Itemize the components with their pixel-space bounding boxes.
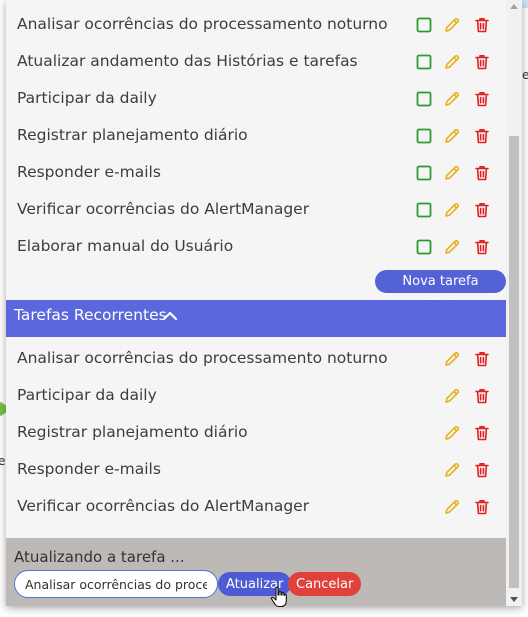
edit-pencil-icon[interactable]	[443, 387, 461, 405]
delete-trash-icon[interactable]	[473, 164, 491, 182]
task-row: Analisar ocorrências do processamento no…	[6, 341, 506, 378]
task-row: Registrar planejamento diário	[6, 415, 506, 452]
edit-pencil-icon[interactable]	[443, 498, 461, 516]
scrollbar-thumb[interactable]	[509, 136, 519, 588]
edit-pencil-icon[interactable]	[443, 127, 461, 145]
complete-checkbox-icon[interactable]	[415, 16, 433, 34]
task-label: Participar da daily	[17, 89, 157, 107]
delete-trash-icon[interactable]	[473, 424, 491, 442]
editing-status-text: Atualizando a tarefa ...	[14, 548, 185, 566]
task-row: Responder e-mails	[6, 155, 506, 192]
task-label: Elaborar manual do Usuário	[17, 237, 234, 255]
task-row: Atualizar andamento das Histórias e tare…	[6, 44, 506, 81]
scrollbar[interactable]	[506, 0, 522, 606]
task-row: Participar da daily	[6, 378, 506, 415]
edit-pencil-icon[interactable]	[443, 201, 461, 219]
task-label: Participar da daily	[17, 386, 157, 404]
complete-checkbox-icon[interactable]	[415, 90, 433, 108]
edit-pencil-icon[interactable]	[443, 90, 461, 108]
delete-trash-icon[interactable]	[473, 238, 491, 256]
delete-trash-icon[interactable]	[473, 53, 491, 71]
complete-checkbox-icon[interactable]	[415, 164, 433, 182]
edit-task-footer: Atualizando a tarefa ... Atualizar Cance…	[6, 538, 506, 606]
edit-pencil-icon[interactable]	[443, 238, 461, 256]
delete-trash-icon[interactable]	[473, 461, 491, 479]
task-popup: Analisar ocorrências do processamento no…	[6, 0, 522, 606]
task-row: Analisar ocorrências do processamento no…	[6, 7, 506, 44]
task-label: Verificar ocorrências do AlertManager	[17, 200, 310, 218]
recurring-tasks-header[interactable]: Tarefas Recorrentes	[6, 300, 506, 337]
background-text-fragment: e	[522, 68, 528, 82]
task-label: Verificar ocorrências do AlertManager	[17, 497, 310, 515]
chevron-up-icon[interactable]	[162, 308, 178, 324]
task-label: Analisar ocorrências do processamento no…	[17, 15, 388, 33]
background-text-fragment: e	[0, 454, 6, 468]
task-label: Responder e-mails	[17, 460, 161, 478]
new-daily-task-button[interactable]: Nova tarefa diária	[375, 270, 506, 312]
task-list-content: Analisar ocorrências do processamento no…	[6, 0, 506, 606]
delete-trash-icon[interactable]	[473, 127, 491, 145]
scroll-down-arrow-icon[interactable]	[510, 597, 518, 602]
complete-checkbox-icon[interactable]	[415, 238, 433, 256]
edit-pencil-icon[interactable]	[443, 424, 461, 442]
edit-pencil-icon[interactable]	[443, 350, 461, 368]
edit-pencil-icon[interactable]	[443, 164, 461, 182]
task-label: Analisar ocorrências do processamento no…	[17, 349, 388, 367]
recurring-tasks-title: Tarefas Recorrentes	[14, 306, 167, 324]
edit-pencil-icon[interactable]	[443, 461, 461, 479]
task-row: Registrar planejamento diário	[6, 118, 506, 155]
delete-trash-icon[interactable]	[473, 350, 491, 368]
task-label: Registrar planejamento diário	[17, 126, 248, 144]
task-row: Responder e-mails	[6, 452, 506, 489]
delete-trash-icon[interactable]	[473, 201, 491, 219]
edit-pencil-icon[interactable]	[443, 53, 461, 71]
complete-checkbox-icon[interactable]	[415, 201, 433, 219]
edit-pencil-icon[interactable]	[443, 16, 461, 34]
delete-trash-icon[interactable]	[473, 387, 491, 405]
task-name-input[interactable]	[14, 570, 218, 598]
delete-trash-icon[interactable]	[473, 90, 491, 108]
mouse-pointer-icon	[270, 586, 287, 608]
complete-checkbox-icon[interactable]	[415, 127, 433, 145]
complete-checkbox-icon[interactable]	[415, 53, 433, 71]
task-row: Verificar ocorrências do AlertManager	[6, 192, 506, 229]
task-label: Atualizar andamento das Histórias e tare…	[17, 52, 358, 70]
delete-trash-icon[interactable]	[473, 16, 491, 34]
task-row: Verificar ocorrências do AlertManager	[6, 489, 506, 526]
scroll-up-arrow-icon[interactable]	[510, 4, 518, 9]
task-row: Elaborar manual do Usuário	[6, 229, 506, 266]
task-label: Responder e-mails	[17, 163, 161, 181]
delete-trash-icon[interactable]	[473, 498, 491, 516]
cancel-button[interactable]: Cancelar	[288, 572, 362, 596]
task-label: Registrar planejamento diário	[17, 423, 248, 441]
task-row: Participar da daily	[6, 81, 506, 118]
